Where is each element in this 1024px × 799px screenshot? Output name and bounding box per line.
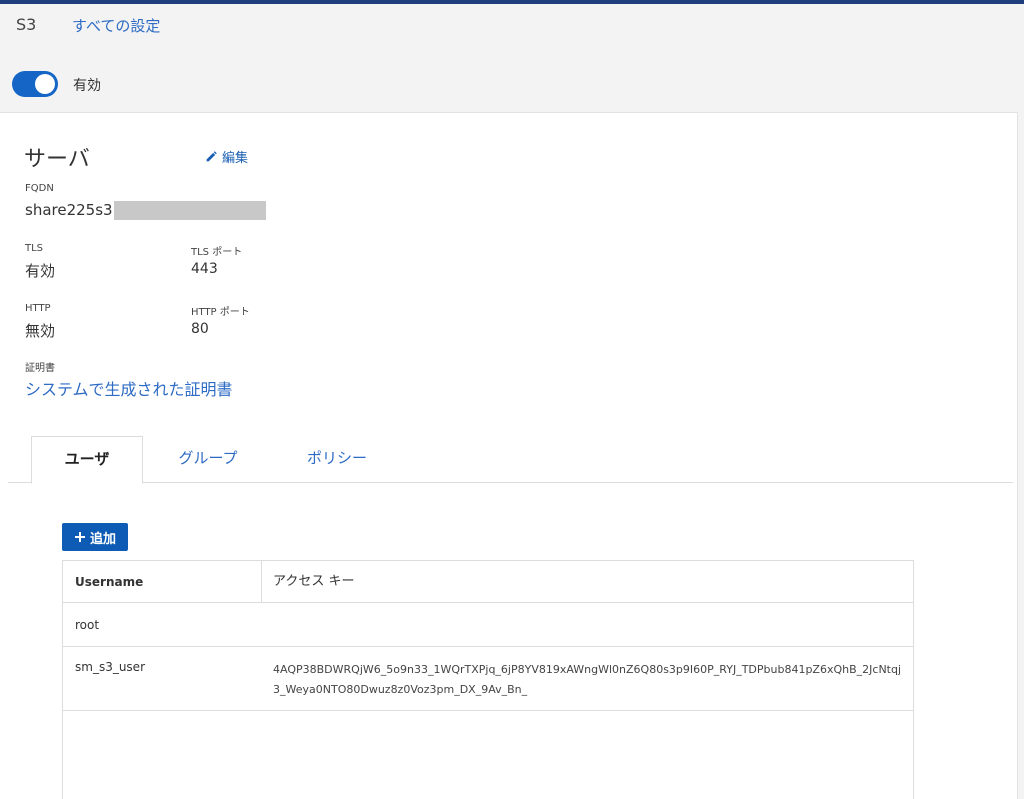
http-label: HTTP	[25, 303, 51, 314]
header-bar	[0, 0, 1024, 4]
tls-label: TLS	[25, 243, 44, 254]
enable-toggle[interactable]	[12, 71, 58, 97]
tls-port-value: 443	[191, 261, 218, 277]
add-user-label: 追加	[89, 531, 116, 547]
row-username: sm_s3_user	[75, 660, 146, 674]
breadcrumb-all-settings-link[interactable]: すべての設定	[72, 15, 160, 36]
edit-button[interactable]: 編集	[205, 147, 248, 166]
tls-value: 有効	[25, 262, 56, 280]
redacted-block	[114, 201, 266, 220]
cert-link[interactable]: システムで生成された証明書	[25, 376, 233, 400]
table-row[interactable]: sm_s3_user 4AQP38BDWRQjW6_5o9n33_1WQrTXP…	[63, 648, 913, 711]
users-table: Username アクセス キー root sm_s3_user 4AQP38B…	[62, 560, 914, 799]
plus-icon	[74, 532, 85, 542]
tls-port-label: TLS ポート	[191, 247, 243, 258]
http-value: 無効	[25, 322, 56, 340]
tab-policies[interactable]: ポリシー	[283, 436, 391, 483]
http-port-value: 80	[191, 321, 209, 337]
row-access-key: 4AQP38BDWRQjW6_5o9n33_1WQrTXPjq_6jP8YV81…	[273, 663, 902, 696]
add-user-button[interactable]: 追加	[62, 523, 128, 551]
tab-bar: ユーザ グループ ポリシー	[8, 436, 1013, 484]
enable-toggle-label: 有効	[73, 78, 101, 94]
table-header: Username アクセス キー	[63, 561, 913, 603]
breadcrumb-service: S3	[16, 15, 37, 34]
server-card: サーバ 編集 FQDN share225s3. TLS 有効 TLS ポート 4…	[0, 112, 1018, 799]
pencil-icon	[206, 151, 217, 162]
http-port-label: HTTP ポート	[191, 307, 250, 318]
fqdn-label: FQDN	[25, 183, 54, 194]
tab-users[interactable]: ユーザ	[31, 436, 143, 484]
column-header-username[interactable]: Username	[75, 561, 143, 603]
column-header-access-key[interactable]: アクセス キー	[273, 561, 354, 603]
edit-label: 編集	[222, 151, 249, 166]
table-row[interactable]: root	[63, 604, 913, 647]
server-title: サーバ	[24, 147, 90, 172]
tab-groups[interactable]: グループ	[156, 436, 260, 483]
fqdn-value: share225s3.	[25, 201, 118, 219]
column-divider	[261, 561, 262, 603]
toggle-knob	[35, 74, 55, 94]
row-username: root	[75, 618, 100, 632]
cert-label: 証明書	[25, 363, 55, 374]
